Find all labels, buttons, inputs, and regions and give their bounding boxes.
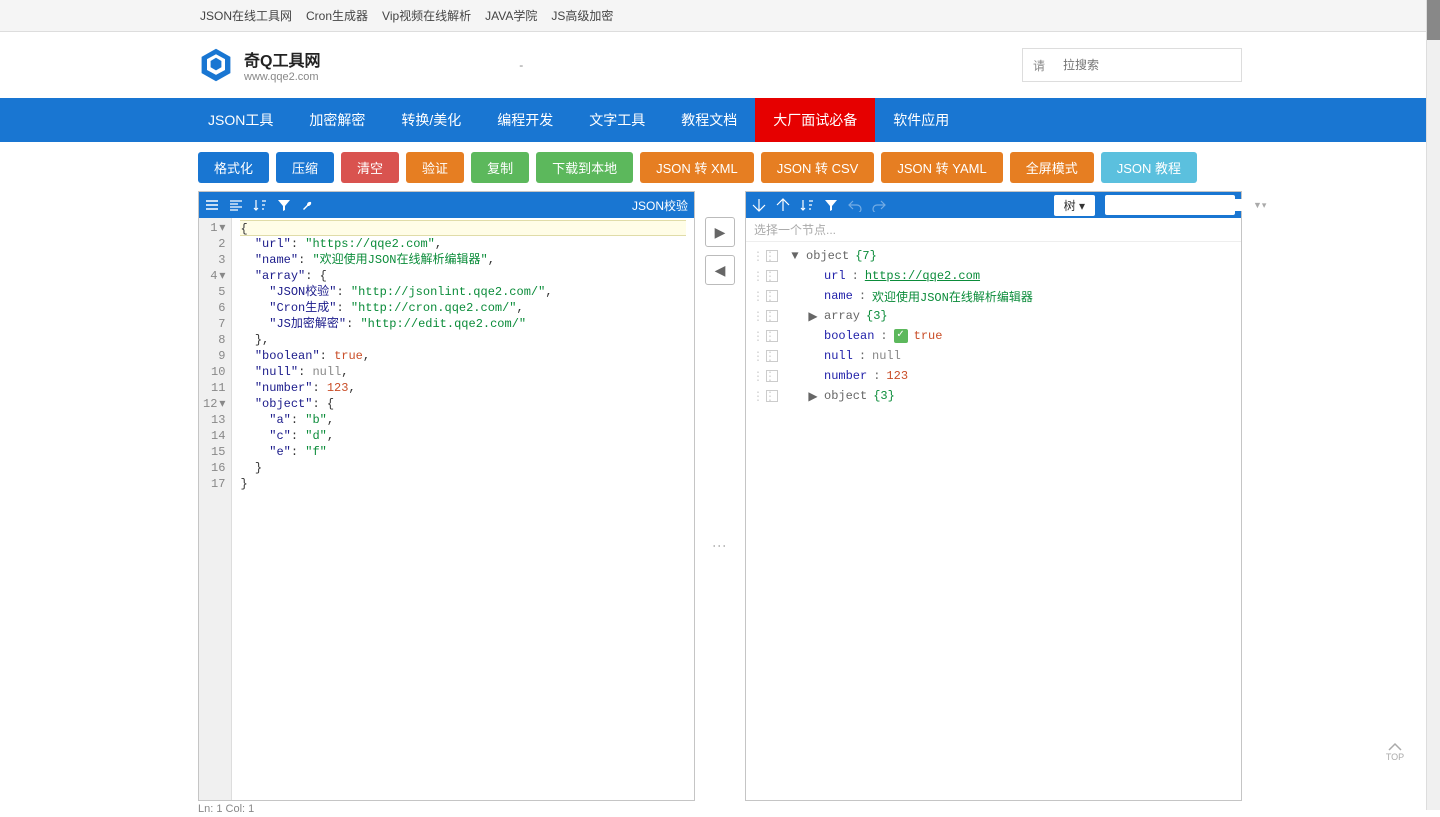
expand-all-icon[interactable] — [752, 198, 766, 212]
logo[interactable]: 奇Q工具网 www.qqe2.com — [198, 47, 320, 83]
scrollbar-thumb[interactable] — [1427, 0, 1440, 40]
toolbar-button[interactable]: JSON 教程 — [1101, 152, 1197, 183]
repair-icon[interactable] — [301, 198, 315, 212]
sort-tree-icon[interactable] — [800, 198, 814, 212]
sort-icon[interactable] — [253, 198, 267, 212]
tree-row[interactable]: ⋮⋮▶array {3} — [752, 306, 1235, 326]
header: 奇Q工具网 www.qqe2.com - 请 — [0, 32, 1440, 98]
top-link[interactable]: JAVA学院 — [485, 9, 537, 23]
tree-search-box[interactable]: ▼▾ — [1105, 195, 1235, 215]
nav-item[interactable]: 编程开发 — [479, 98, 571, 142]
search-box[interactable]: 请 — [1022, 48, 1242, 82]
tree-row[interactable]: ⋮⋮number : 123 — [752, 366, 1235, 386]
logo-title: 奇Q工具网 — [244, 47, 320, 71]
nav-item[interactable]: 文字工具 — [571, 98, 663, 142]
logo-subtitle: www.qqe2.com — [244, 71, 320, 83]
redo-icon[interactable] — [872, 198, 886, 212]
top-link[interactable]: JS高级加密 — [551, 9, 613, 23]
tree-row[interactable]: ⋮⋮boolean : ✓ true — [752, 326, 1235, 346]
toolbar-button[interactable]: JSON 转 CSV — [761, 152, 875, 183]
toolbar: 格式化压缩清空验证复制下载到本地JSON 转 XMLJSON 转 CSVJSON… — [190, 152, 1250, 183]
tree-search-input[interactable] — [1111, 199, 1253, 211]
collapse-all-icon[interactable] — [776, 198, 790, 212]
tree-panel: 树 ▾ ▼▾ 选择一个节点... ⋮⋮▼object {7}⋮⋮url : ht… — [745, 191, 1242, 801]
validate-link[interactable]: JSON校验 — [632, 197, 688, 214]
toolbar-button[interactable]: 全屏模式 — [1010, 152, 1094, 183]
status-bar: Ln: 1 Col: 1 — [190, 801, 1250, 817]
header-dash: - — [519, 58, 523, 72]
toolbar-button[interactable]: 下载到本地 — [536, 152, 633, 183]
nav-item[interactable]: 教程文档 — [663, 98, 755, 142]
workspace: JSON校验 1▾234▾56789101112▾1314151617 { "u… — [190, 191, 1250, 801]
chevron-down-icon[interactable]: ▼▾ — [1253, 200, 1266, 211]
top-bar: JSON在线工具网 Cron生成器 Vip视频在线解析 JAVA学院 JS高级加密 — [0, 0, 1440, 32]
transfer-left-button[interactable]: ◀ — [705, 255, 735, 285]
main-nav: JSON工具加密解密转换/美化编程开发文字工具教程文档大厂面试必备软件应用 — [0, 98, 1440, 142]
toolbar-button[interactable]: 验证 — [406, 152, 464, 183]
code-panel: JSON校验 1▾234▾56789101112▾1314151617 { "u… — [198, 191, 695, 801]
logo-icon — [198, 47, 234, 83]
drag-handle-icon[interactable]: ⋮ — [712, 539, 728, 555]
search-label: 请 — [1023, 57, 1055, 74]
nav-item[interactable]: 软件应用 — [875, 98, 967, 142]
tree-row[interactable]: ⋮⋮name : 欢迎使用JSON在线解析编辑器 — [752, 286, 1235, 306]
toolbar-button[interactable]: 压缩 — [276, 152, 334, 183]
top-link[interactable]: Vip视频在线解析 — [382, 9, 471, 23]
nav-item[interactable]: 转换/美化 — [383, 98, 479, 142]
nav-item[interactable]: 大厂面试必备 — [755, 98, 875, 142]
tree-hint: 选择一个节点... — [746, 218, 1241, 242]
page-scrollbar[interactable] — [1426, 0, 1440, 810]
tree-row[interactable]: ⋮⋮null : null — [752, 346, 1235, 366]
tree-panel-toolbar: 树 ▾ ▼▾ — [746, 192, 1241, 218]
toolbar-button[interactable]: JSON 转 XML — [640, 152, 754, 183]
transfer-column: ▶ ◀ ⋮ — [695, 191, 745, 801]
toolbar-button[interactable]: 格式化 — [198, 152, 269, 183]
filter-tree-icon[interactable] — [824, 198, 838, 212]
search-input[interactable] — [1055, 58, 1241, 72]
view-mode-selector[interactable]: 树 ▾ — [1054, 195, 1095, 216]
tree-row[interactable]: ⋮⋮▼object {7} — [752, 246, 1235, 266]
tree-row[interactable]: ⋮⋮url : https://qqe2.com — [752, 266, 1235, 286]
scroll-to-top-button[interactable]: TOP — [1380, 740, 1410, 770]
undo-icon[interactable] — [848, 198, 862, 212]
format-icon[interactable] — [205, 198, 219, 212]
top-link[interactable]: Cron生成器 — [306, 9, 368, 23]
toolbar-button[interactable]: 复制 — [471, 152, 529, 183]
code-panel-toolbar: JSON校验 — [199, 192, 694, 218]
top-link[interactable]: JSON在线工具网 — [200, 9, 292, 23]
toolbar-button[interactable]: JSON 转 YAML — [881, 152, 1002, 183]
tree-view[interactable]: ⋮⋮▼object {7}⋮⋮url : https://qqe2.com⋮⋮n… — [746, 242, 1241, 800]
transfer-right-button[interactable]: ▶ — [705, 217, 735, 247]
toolbar-button[interactable]: 清空 — [341, 152, 399, 183]
tree-row[interactable]: ⋮⋮▶object {3} — [752, 386, 1235, 406]
nav-item[interactable]: 加密解密 — [291, 98, 383, 142]
compact-icon[interactable] — [229, 198, 243, 212]
nav-item[interactable]: JSON工具 — [190, 98, 291, 142]
filter-icon[interactable] — [277, 198, 291, 212]
code-editor[interactable]: 1▾234▾56789101112▾1314151617 { "url": "h… — [199, 218, 694, 800]
